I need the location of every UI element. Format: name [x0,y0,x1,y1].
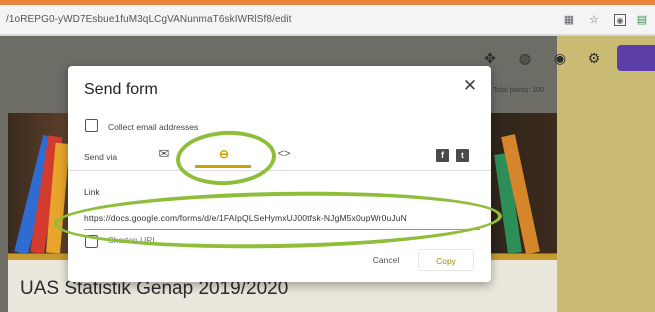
send-form-dialog: Send form ✕ Collect email addresses Send… [68,66,491,282]
total-points: Total points: 100 [493,87,544,94]
palette-icon[interactable]: ◍ [517,50,533,66]
star-icon[interactable]: ☆ [588,14,600,26]
send-button[interactable] [617,45,655,71]
page-side-background [557,36,655,312]
close-icon[interactable]: ✕ [462,77,478,94]
email-icon[interactable]: ✉ [156,146,172,162]
address-bar[interactable]: /1oREPG0-yWD7Esbue1fuM3qLCgVANunmaT6skIW… [0,5,655,35]
url-text[interactable]: /1oREPG0-yWD7Esbue1fuM3qLCgVANunmaT6skIW… [6,14,291,25]
profile-icon[interactable]: ◉ [614,14,626,26]
eye-icon[interactable]: ◉ [552,50,568,66]
dialog-title: Send form [84,81,158,98]
embed-icon[interactable]: <> [275,146,293,162]
collect-email-checkbox[interactable] [85,119,98,132]
sheets-icon[interactable]: ▤ [636,14,648,26]
divider [68,170,491,171]
send-via-label: Send via [84,152,118,162]
cancel-button[interactable]: Cancel [361,249,411,271]
twitter-icon[interactable]: t [456,149,469,162]
facebook-icon[interactable]: f [436,149,449,162]
addon-icon[interactable]: ✥ [482,50,498,66]
extensions-icon[interactable]: ▦ [563,14,575,26]
collect-email-label: Collect email addresses [108,122,199,132]
gear-icon[interactable]: ⚙ [586,50,602,66]
copy-button[interactable]: Copy [418,249,474,271]
link-label: Link [84,187,100,197]
